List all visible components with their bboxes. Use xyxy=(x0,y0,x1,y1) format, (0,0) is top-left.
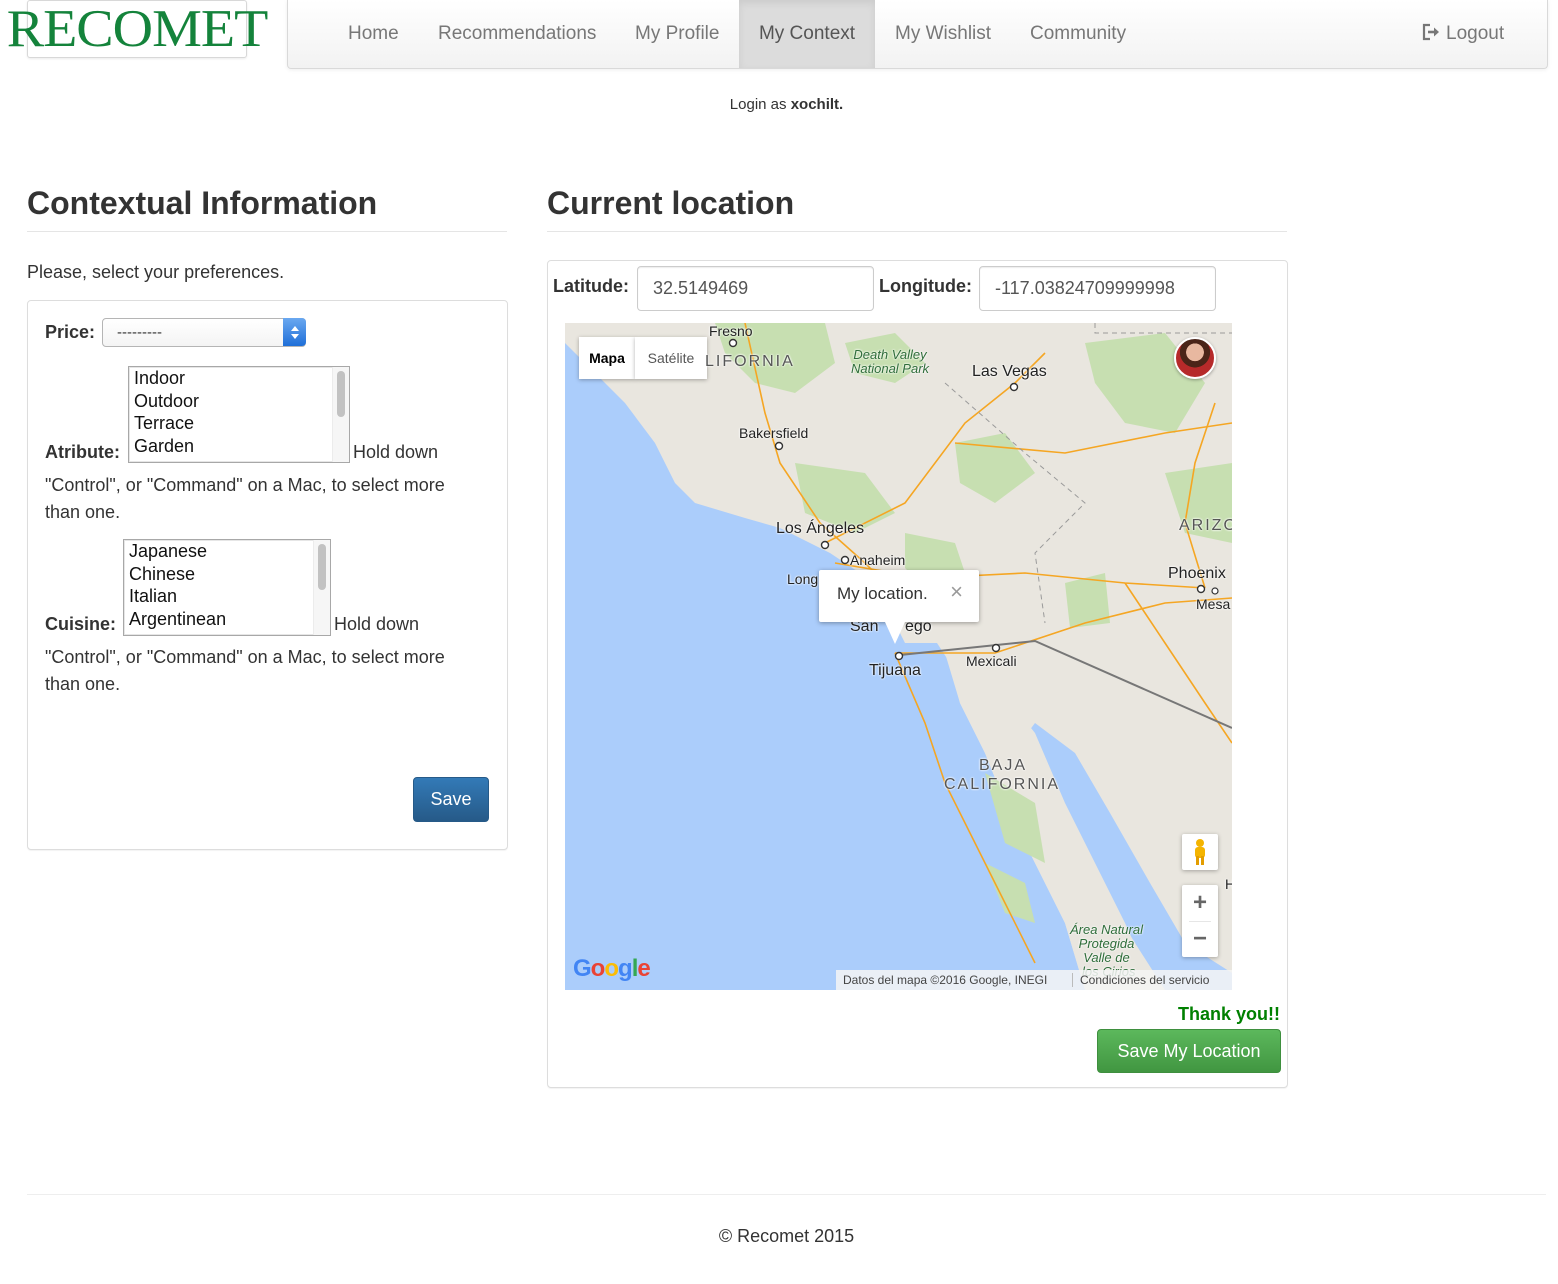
cuisine-scrollbar[interactable] xyxy=(313,540,330,635)
street-view-button[interactable] xyxy=(1182,834,1218,870)
map-canvas xyxy=(565,323,1232,990)
atribute-option-terrace[interactable]: Terrace xyxy=(129,412,349,435)
divider xyxy=(27,231,507,232)
map-data-credit: Datos del mapa ©2016 Google, INEGI xyxy=(843,973,1048,987)
map-type-satellite-button[interactable]: Satélite xyxy=(635,337,707,379)
cuisine-help-1: Hold down xyxy=(334,614,420,634)
nav-my-wishlist[interactable]: My Wishlist xyxy=(895,0,991,68)
cuisine-option-italian[interactable]: Italian xyxy=(124,585,330,608)
latitude-input[interactable]: 32.5149469 xyxy=(637,266,874,311)
brand-logo[interactable]: RECOMET xyxy=(7,0,268,58)
divider xyxy=(547,231,1287,232)
thank-you-message: Thank you!! xyxy=(1178,1004,1280,1024)
map-label-los-angeles: Los Ángeles xyxy=(776,520,865,537)
infowindow-pointer xyxy=(885,622,905,644)
pegman-icon xyxy=(1195,839,1205,865)
footer-divider xyxy=(27,1194,1546,1195)
atribute-scroll-thumb[interactable] xyxy=(337,371,345,417)
map-label-baja: BAJA xyxy=(979,757,1028,774)
cuisine-option-chinese[interactable]: Chinese xyxy=(124,563,330,586)
current-location-title: Current location xyxy=(547,185,795,221)
infowindow-text: My location. xyxy=(837,584,928,603)
cuisine-help-3: than one. xyxy=(45,674,121,694)
logout-label: Logout xyxy=(1446,23,1505,44)
map-terms-link[interactable]: Condiciones del servicio xyxy=(1080,970,1209,990)
map-label-tijuana: Tijuana xyxy=(869,662,921,679)
save-location-button[interactable]: Save My Location xyxy=(1097,1029,1281,1073)
atribute-option-garden[interactable]: Garden xyxy=(129,435,349,458)
save-preferences-button[interactable]: Save xyxy=(413,777,489,822)
map-label-death-valley: Death Valley National Park xyxy=(851,347,930,376)
atribute-scrollbar[interactable] xyxy=(332,367,349,462)
atribute-help-1: Hold down xyxy=(353,442,439,462)
longitude-label: Longitude: xyxy=(879,276,972,296)
latitude-label: Latitude: xyxy=(553,276,629,296)
attribution-separator xyxy=(1072,973,1073,987)
map-label-mesa: Mesa xyxy=(1196,596,1231,612)
preferences-panel: Price: --------- Indoor Outdoor Terrace … xyxy=(27,300,508,850)
map-label-anaheim: Anaheim xyxy=(850,552,906,568)
atribute-help-3: than one. xyxy=(45,502,121,522)
price-label: Price: xyxy=(45,322,96,342)
intro-text: Please, select your preferences. xyxy=(27,262,285,282)
logo-text: RECOMET xyxy=(6,0,269,59)
logout-icon xyxy=(1422,23,1439,41)
map-type-map-button[interactable]: Mapa xyxy=(579,337,635,379)
footer-copyright: © Recomet 2015 xyxy=(718,1226,855,1246)
map-label-h: H xyxy=(1225,876,1232,892)
nav-my-profile[interactable]: My Profile xyxy=(635,0,719,68)
atribute-option-outdoor[interactable]: Outdoor xyxy=(129,390,349,413)
nav-community[interactable]: Community xyxy=(1030,0,1126,68)
map-label-phoenix: Phoenix xyxy=(1168,565,1226,582)
infowindow-close-icon[interactable]: × xyxy=(950,579,963,605)
map-label-bakersfield: Bakersfield xyxy=(739,425,809,441)
price-select-value: --------- xyxy=(117,324,162,341)
location-map[interactable]: Mapa Satélite Fresno LIFORNIA Death Vall… xyxy=(565,323,1232,990)
cuisine-option-argentinean[interactable]: Argentinean xyxy=(124,608,330,631)
atribute-label: Atribute: xyxy=(45,442,120,462)
nav-recommendations[interactable]: Recommendations xyxy=(438,0,596,68)
map-label-arizona: ARIZO xyxy=(1179,517,1232,534)
map-attribution: Datos del mapa ©2016 Google, INEGI Condi… xyxy=(836,970,1232,990)
map-label-long: Long xyxy=(787,571,819,587)
atribute-help-2: "Control", or "Command" on a Mac, to sel… xyxy=(45,475,445,495)
atribute-listbox[interactable]: Indoor Outdoor Terrace Garden xyxy=(128,366,350,463)
nav-home[interactable]: Home xyxy=(348,0,399,68)
zoom-in-button[interactable]: + xyxy=(1182,885,1218,921)
select-arrows-icon xyxy=(283,318,306,346)
logout-link[interactable]: Logout xyxy=(1422,0,1504,68)
nav-my-context[interactable]: My Context xyxy=(739,0,875,68)
map-label-fresno: Fresno xyxy=(709,323,753,339)
map-label-california: LIFORNIA xyxy=(705,353,795,370)
google-logo[interactable]: Google xyxy=(573,955,651,983)
top-navbar: Home Recommendations My Profile My Conte… xyxy=(287,0,1548,69)
map-label-mexicali: Mexicali xyxy=(966,653,1017,669)
price-select[interactable]: --------- xyxy=(102,318,306,347)
zoom-out-button[interactable]: − xyxy=(1182,921,1218,957)
map-infowindow: My location. × xyxy=(819,570,979,622)
atribute-option-indoor[interactable]: Indoor xyxy=(129,367,349,390)
cuisine-listbox[interactable]: Japanese Chinese Italian Argentinean xyxy=(123,539,331,636)
cuisine-label: Cuisine: xyxy=(45,614,117,634)
login-status: Login as xochilt. xyxy=(0,96,1558,113)
cuisine-scroll-thumb[interactable] xyxy=(318,544,326,590)
map-label-area-natural: Área Natural Protegida Valle de xyxy=(1070,922,1143,965)
map-label-las-vegas: Las Vegas xyxy=(972,363,1047,380)
cuisine-option-japanese[interactable]: Japanese xyxy=(124,540,330,563)
cuisine-help-2: "Control", or "Command" on a Mac, to sel… xyxy=(45,647,445,667)
longitude-input[interactable]: -117.03824709999998 xyxy=(979,266,1216,311)
contextual-info-title: Contextual Information xyxy=(27,185,378,221)
user-avatar[interactable] xyxy=(1174,337,1216,379)
map-label-baja-california: CALIFORNIA xyxy=(944,776,1061,793)
login-username: xochilt. xyxy=(790,96,844,113)
login-prefix: Login as xyxy=(729,96,787,113)
